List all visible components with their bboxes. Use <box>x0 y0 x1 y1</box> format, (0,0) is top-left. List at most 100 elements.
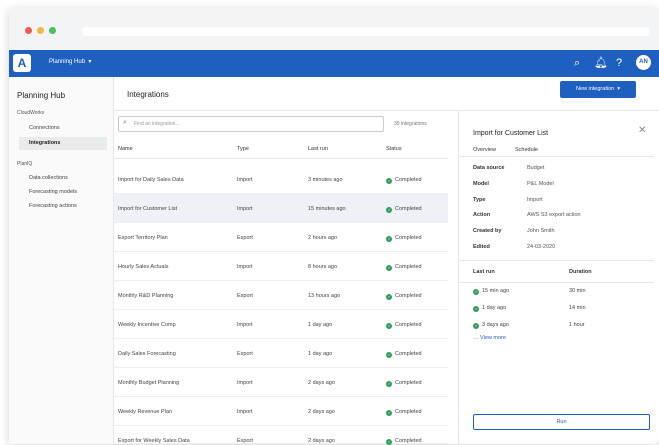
divider <box>459 282 654 283</box>
runs-header-duration: Duration <box>569 269 592 275</box>
close-window-dot[interactable] <box>25 27 32 34</box>
row-status: ✓ Completed <box>386 409 422 416</box>
integration-count: 39 integrations <box>394 121 427 127</box>
row-status: ✓ Completed <box>386 264 422 271</box>
sidebar-item-integrations[interactable]: Integrations <box>19 137 107 150</box>
column-header-last-run[interactable]: Last run <box>308 146 328 152</box>
sidebar: Planning Hub CloudWorks Connections Inte… <box>9 77 114 444</box>
run-duration: 30 min <box>569 288 586 294</box>
panel-title: Import for Customer List <box>473 130 549 137</box>
address-bar[interactable] <box>82 27 650 36</box>
check-circle-icon: ✓ <box>473 306 479 312</box>
row-status-label: Completed <box>395 409 422 415</box>
check-circle-icon: ✓ <box>386 381 392 387</box>
detail-label: Type <box>473 197 486 203</box>
divider <box>459 260 654 261</box>
run-time: 15 min ago <box>482 288 510 294</box>
column-header-name[interactable]: Name <box>118 146 133 152</box>
row-type: Export <box>237 351 253 357</box>
table-row[interactable]: Export Territory Plan Export 2 hours ago… <box>114 223 448 252</box>
check-circle-icon: ✓ <box>386 178 392 184</box>
row-last-run: 2 days ago <box>308 409 335 415</box>
row-status: ✓ Completed <box>386 177 422 184</box>
check-circle-icon: ✓ <box>386 207 392 213</box>
detail-value: AWS S3 export action <box>527 212 581 218</box>
row-status: ✓ Completed <box>386 206 422 213</box>
check-circle-icon: ✓ <box>473 323 479 329</box>
search-placeholder: Find an integration... <box>134 121 180 127</box>
column-header-type[interactable]: Type <box>237 146 249 152</box>
sidebar-group-planiq: PlanIQ <box>17 161 33 167</box>
row-name: Export for Weekly Sales Data <box>118 438 190 444</box>
row-status-label: Completed <box>395 206 422 212</box>
row-last-run: 15 minutes ago <box>308 206 346 212</box>
sidebar-item-forecasting-models[interactable]: Forecasting models <box>19 186 107 199</box>
detail-label: Edited <box>473 244 490 250</box>
row-name: Monthly Budget Planning <box>118 380 180 386</box>
browser-chrome <box>9 8 659 50</box>
row-type: Import <box>237 264 253 270</box>
row-name: Monthly R&D Planning <box>118 293 174 299</box>
table-row[interactable]: Hourly Sales Actuals Import 8 hours ago … <box>114 252 448 281</box>
chevron-down-icon: ▾ <box>86 59 92 65</box>
run-button[interactable]: Run <box>473 414 650 430</box>
check-circle-icon: ✓ <box>386 294 392 300</box>
search-input[interactable]: ⌕ Find an integration... <box>118 116 384 132</box>
row-type: Import <box>237 409 253 415</box>
row-type: Import <box>237 206 253 212</box>
close-icon[interactable]: ✕ <box>638 125 646 136</box>
column-header-status[interactable]: Status <box>386 146 402 152</box>
table-row[interactable]: Weekly Revenue Plan Import 2 days ago ✓ C… <box>114 397 448 426</box>
row-last-run: 13 hours ago <box>308 293 341 299</box>
detail-value: Budget <box>527 165 545 171</box>
run-duration: 14 min <box>569 305 586 311</box>
run-history-item: ✓ 3 days ago <box>473 322 509 329</box>
table-row[interactable]: Import for Daily Sales Data Import 3 min… <box>114 165 448 194</box>
table-row[interactable]: Export for Weekly Sales Data Export 2 da… <box>114 426 448 445</box>
maximize-window-dot[interactable] <box>49 27 56 34</box>
table-row[interactable]: Daily Sales Forecasting Export 1 day ago… <box>114 339 448 368</box>
row-status-label: Completed <box>395 351 422 357</box>
detail-value: P&L Model <box>527 181 554 187</box>
row-status-label: Completed <box>395 264 422 270</box>
notifications-bell-icon[interactable]: 🔔︎ <box>594 56 608 70</box>
search-icon: ⌕ <box>123 119 127 126</box>
run-history-item: ✓ 15 min ago <box>473 288 509 295</box>
table-row[interactable]: Monthly R&D Planning Export 13 hours ago… <box>114 281 448 310</box>
sidebar-item-connections[interactable]: Connections <box>19 122 107 135</box>
row-last-run: 1 day ago <box>308 322 333 328</box>
row-status-label: Completed <box>395 293 422 299</box>
row-status: ✓ Completed <box>386 351 422 358</box>
minimize-window-dot[interactable] <box>37 27 44 34</box>
run-duration: 1 hour <box>569 322 585 328</box>
view-more-label: View more <box>480 335 506 341</box>
table-row[interactable]: Weekly Incentive Comp Import 1 day ago ✓… <box>114 310 448 339</box>
check-circle-icon: ✓ <box>386 439 392 445</box>
avatar[interactable]: AN <box>636 55 651 70</box>
table-row[interactable]: Import for Customer List Import 15 minut… <box>114 194 448 223</box>
row-last-run: 2 hours ago <box>308 235 338 241</box>
page-title: Integrations <box>127 90 169 99</box>
check-circle-icon: ✓ <box>386 236 392 242</box>
table-row[interactable]: Monthly Budget Planning Import 2 days ag… <box>114 368 448 397</box>
help-icon[interactable]: ? <box>616 56 622 70</box>
check-circle-icon: ✓ <box>386 352 392 358</box>
run-history-item: ✓ 1 day ago <box>473 305 506 312</box>
view-more-link[interactable]: … View more <box>473 335 506 341</box>
detail-value: Import <box>527 197 543 203</box>
chevron-down-icon: ▾ <box>615 86 621 92</box>
sidebar-item-data-collections[interactable]: Data collections <box>19 172 107 185</box>
search-icon[interactable]: ⌕ <box>574 56 580 70</box>
app-logo-icon[interactable]: A <box>13 54 31 72</box>
run-time: 3 days ago <box>482 322 509 328</box>
detail-value: John Smith <box>527 228 555 234</box>
row-status-label: Completed <box>395 177 422 183</box>
hub-selector-label: Planning Hub <box>49 59 86 65</box>
hub-selector[interactable]: Planning Hub ▾ <box>49 58 91 65</box>
new-integration-button[interactable]: New integration ▾ <box>560 81 636 98</box>
detail-panel: Import for Customer List ✕ Overview Sche… <box>458 111 654 444</box>
tab-schedule[interactable]: Schedule <box>515 147 538 153</box>
sidebar-item-forecasting-actions[interactable]: Forecasting actions <box>19 200 107 213</box>
row-last-run: 8 hours ago <box>308 264 338 270</box>
sidebar-group-cloudworks: CloudWorks <box>17 110 45 116</box>
